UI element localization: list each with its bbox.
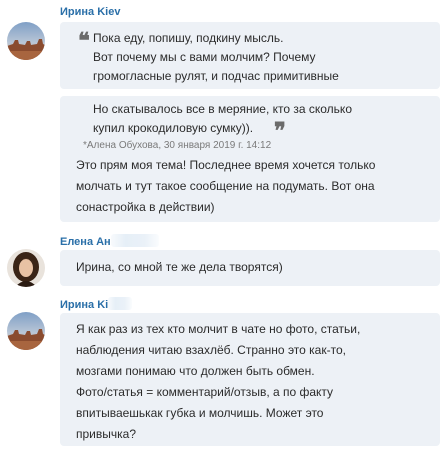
message-author[interactable]: Ирина Ki [60,297,133,311]
message-line: Я как раз из тех кто молчит в чате но фо… [76,322,361,336]
avatar-image [7,249,45,287]
quote-attribution: *Алена Обухова, 30 января 2019 г. 14:12 [83,140,272,151]
avatar-irina[interactable] [7,22,45,60]
message-line: Фото/статья = комментарий/отзыв, а по фа… [76,385,334,399]
author-name: Елена Ан [60,236,111,248]
avatar-image [7,312,45,350]
quote-line: Но скатывалось все в меряние, кто за ско… [93,102,352,116]
message-bubble: Ирина, со мной те же дела творятся) [60,250,440,286]
message-bubble: Но скатывалось все в меряние, кто за ско… [60,96,440,222]
quote-line: Вот почему мы с вами молчим? Почему [93,50,316,64]
quote-line: купил крокодиловую сумку)). [93,121,254,135]
message-author[interactable]: Ирина Kiev [60,6,120,18]
message-line: молчать и тут такое сообщение на подумат… [76,179,375,193]
quote-line: громогласные рулят, и подчас примитивные [93,69,339,83]
message-line: мозгами понимаю что должен быть обмен. [76,364,315,378]
quote-bubble: ❝ Пока еду, попишу, подкину мысль. Вот п… [60,22,440,89]
message-line: наблюдения читаю взахлёб. Странно это ка… [76,343,346,357]
author-name: Ирина Ki [60,299,109,311]
message-line: впитываешькак губка и молчишь. Может это [76,406,324,420]
message-line: сонастройка в действии) [76,200,215,214]
message-line: привычка? [76,427,136,441]
close-quote-icon: ❞ [274,118,286,144]
open-quote-icon: ❝ [78,28,90,54]
quote-line: Пока еду, попишу, подкину мысль. [93,31,284,45]
avatar-image [7,22,45,60]
message-line: Это прям моя тема! Последнее время хочет… [76,158,376,172]
redacted-name [108,297,133,310]
message-bubble: Я как раз из тех кто молчит в чате но фо… [60,313,440,446]
message-line: Ирина, со мной те же дела творятся) [76,260,283,274]
avatar-irina[interactable] [7,312,45,350]
redacted-name [110,234,159,247]
avatar-elena[interactable] [7,249,45,287]
message-author[interactable]: Елена Ан [60,234,159,248]
